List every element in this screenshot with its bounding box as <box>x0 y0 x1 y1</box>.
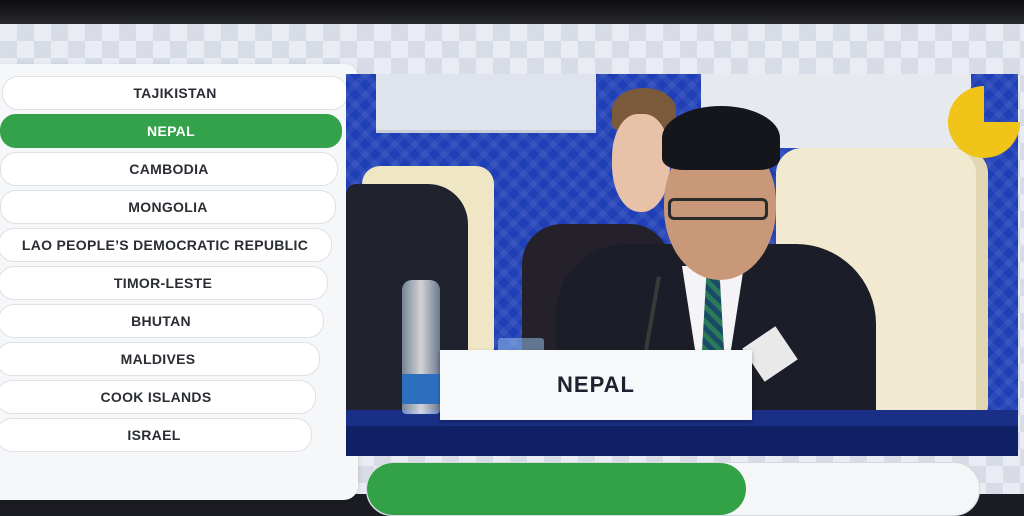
bottle-label <box>402 374 440 404</box>
desk-edge <box>346 426 1018 456</box>
person-head <box>612 114 670 212</box>
live-video-feed: NEPAL <box>346 74 1018 456</box>
speaker-item-mongolia: MONGOLIA <box>0 190 336 224</box>
speaking-time-progress <box>366 462 980 516</box>
backdrop-panel <box>376 74 596 133</box>
speaker-item-nepal-active: NEPAL <box>0 114 342 148</box>
speaker-item-maldives: MALDIVES <box>0 342 320 376</box>
timer-slice <box>948 86 1020 158</box>
speaker-item-cambodia: CAMBODIA <box>0 152 338 186</box>
speaker-item-cook-islands: COOK ISLANDS <box>0 380 316 414</box>
pie-timer-icon <box>948 86 1020 158</box>
speaker-item-tajikistan: TAJIKISTAN <box>2 76 348 110</box>
glasses <box>668 198 768 220</box>
speaker-item-timor-leste: TIMOR-LESTE <box>0 266 328 300</box>
speakers-list-panel: TAJIKISTAN NEPAL CAMBODIA MONGOLIA LAO P… <box>0 64 358 500</box>
speaker-item-israel: ISRAEL <box>0 418 312 452</box>
tv-bezel <box>0 0 1024 26</box>
speaker-item-lao: LAO PEOPLE’S DEMOCRATIC REPUBLIC <box>0 228 332 262</box>
broadcast-screen: TAJIKISTAN NEPAL CAMBODIA MONGOLIA LAO P… <box>0 24 1024 516</box>
speaking-time-progress-fill <box>367 463 747 515</box>
speaker-item-bhutan: BHUTAN <box>0 304 324 338</box>
country-nameplate: NEPAL <box>440 350 752 420</box>
speaker-hair <box>662 106 780 170</box>
